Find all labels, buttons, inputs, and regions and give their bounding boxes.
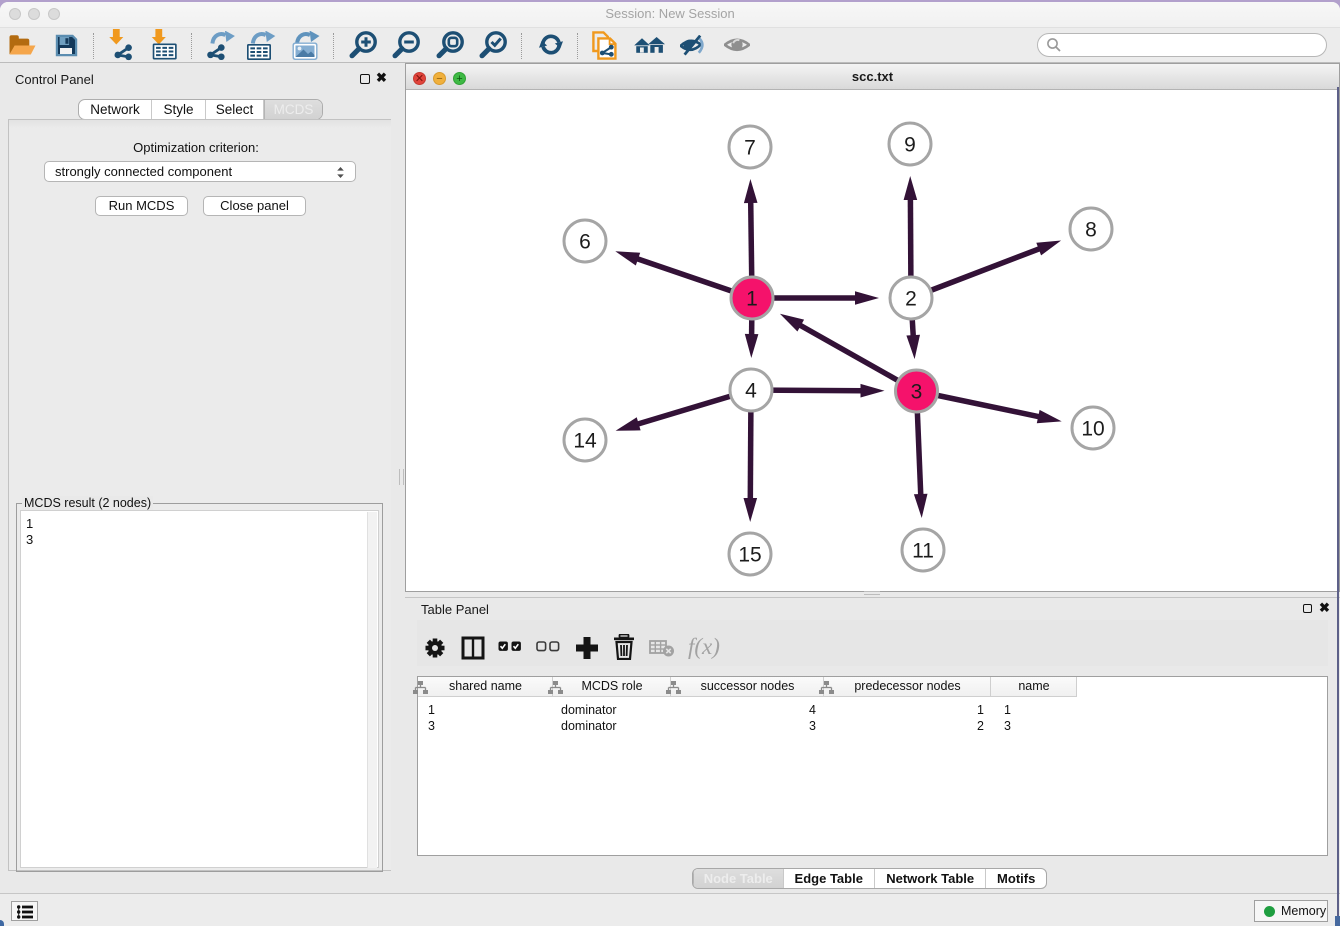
svg-text:11: 11	[912, 540, 934, 563]
svg-text:4: 4	[745, 380, 757, 403]
svg-text:6: 6	[579, 231, 591, 254]
svg-text:8: 8	[1085, 219, 1097, 242]
svg-text:1: 1	[746, 288, 758, 311]
svg-text:9: 9	[904, 134, 916, 157]
svg-text:2: 2	[905, 288, 917, 311]
svg-text:7: 7	[744, 137, 756, 160]
svg-text:10: 10	[1081, 418, 1104, 441]
svg-text:15: 15	[738, 544, 761, 567]
svg-text:14: 14	[573, 430, 597, 453]
svg-text:3: 3	[911, 381, 923, 404]
